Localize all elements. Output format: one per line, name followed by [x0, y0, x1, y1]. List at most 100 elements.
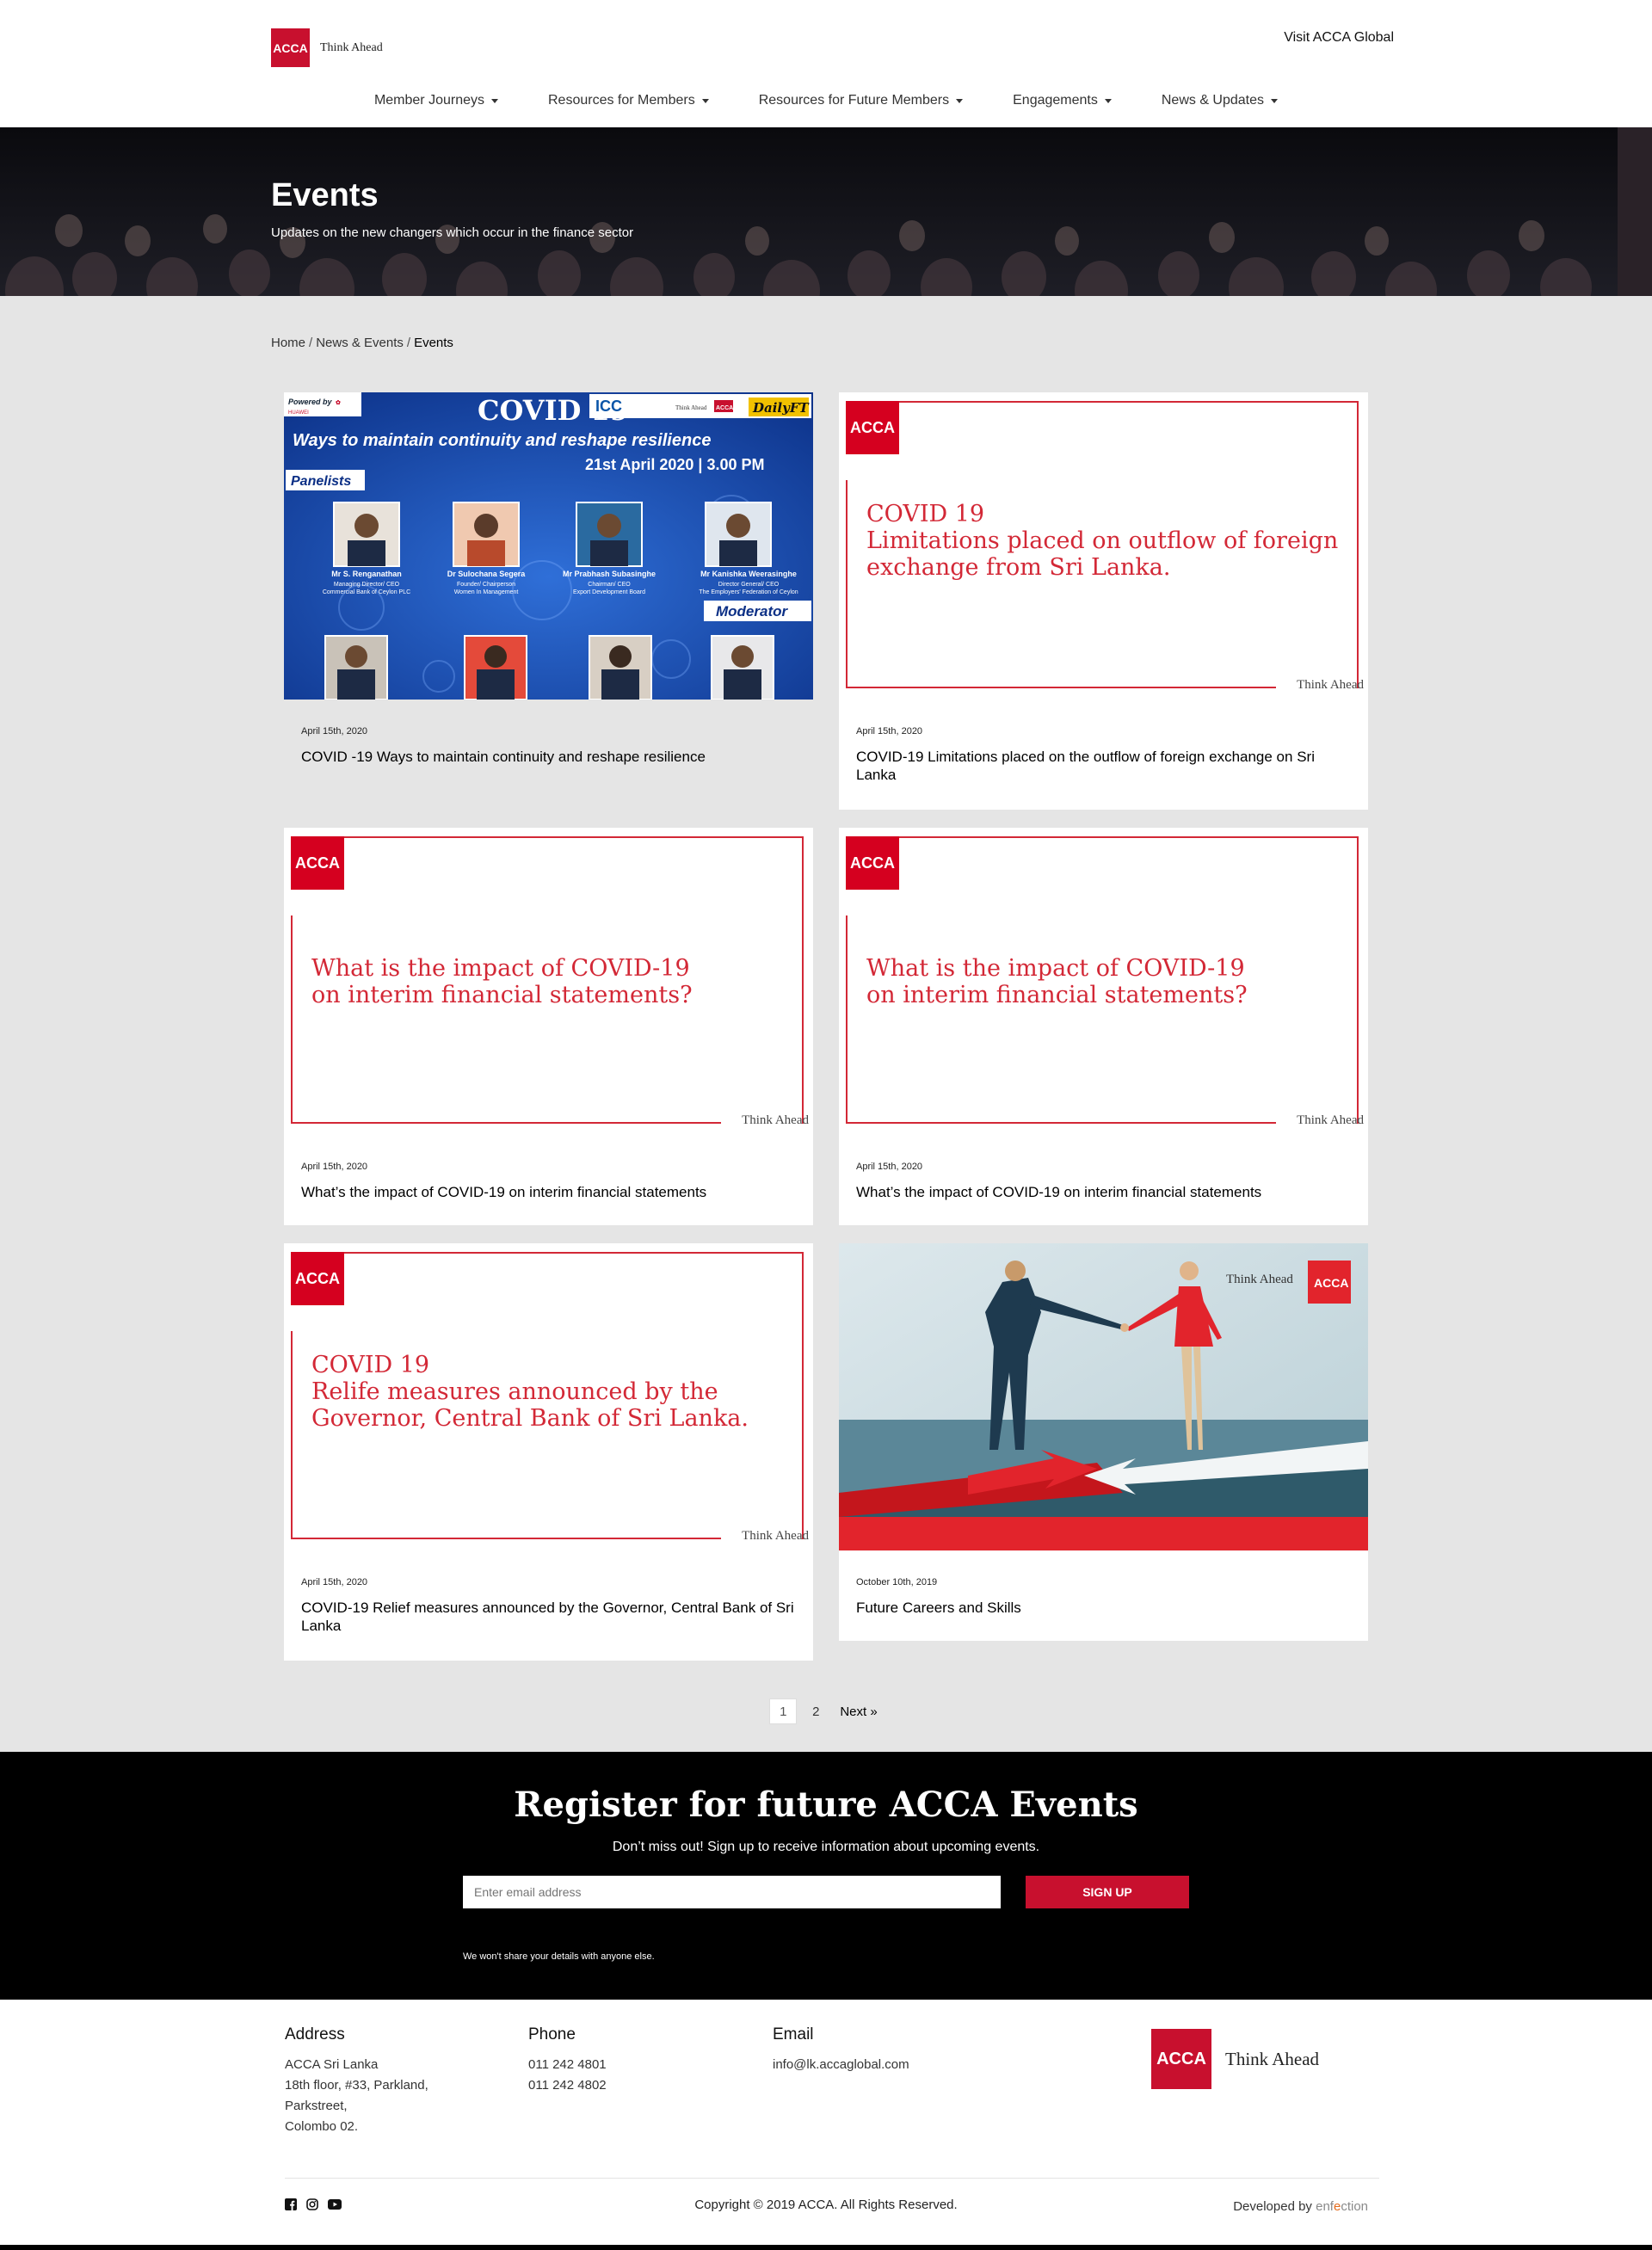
- graphic-tagline: Think Ahead: [742, 1113, 809, 1127]
- event-title[interactable]: COVID-19 Limitations placed on the outfl…: [856, 748, 1351, 784]
- event-date: October 10th, 2019: [856, 1577, 938, 1587]
- graphic-frame-gap: [844, 454, 849, 480]
- visit-acca-global-link[interactable]: Visit ACCA Global: [1284, 30, 1394, 46]
- event-title[interactable]: What’s the impact of COVID-19 on interim…: [856, 1183, 1351, 1201]
- main-nav: Member Journeys Resources for Members Re…: [0, 93, 1652, 108]
- graphic-line: Limitations placed on outflow of foreign: [866, 527, 1339, 554]
- event-card[interactable]: Think Ahead ACCA October 10th, 2019 Futu…: [839, 1243, 1368, 1641]
- event-date: April 15th, 2020: [856, 1162, 923, 1172]
- site-footer: Address ACCA Sri Lanka 18th floor, #33, …: [0, 2000, 1652, 2250]
- privacy-note: We won't share your details with anyone …: [463, 1951, 655, 1962]
- event-card[interactable]: ACCA COVID 19 Limitations placed on outf…: [839, 392, 1368, 810]
- nav-engagements[interactable]: Engagements: [1013, 93, 1112, 108]
- event-title[interactable]: Future Careers and Skills: [856, 1599, 1351, 1617]
- event-title[interactable]: What’s the impact of COVID-19 on interim…: [301, 1183, 796, 1201]
- event-card[interactable]: ACCA COVID 19 Relife measures announced …: [284, 1243, 813, 1661]
- graphic-line: on interim financial statements?: [311, 982, 693, 1008]
- svg-text:Mr Prabhash Subasinghe: Mr Prabhash Subasinghe: [563, 570, 656, 578]
- svg-text:21st April 2020 | 3.00 PM: 21st April 2020 | 3.00 PM: [585, 456, 764, 473]
- graphic-headline: What is the impact of COVID-19 on interi…: [866, 955, 1348, 1008]
- event-date: April 15th, 2020: [301, 726, 368, 737]
- svg-text:HUAWEI: HUAWEI: [288, 410, 309, 416]
- handshake-illustration: Think Ahead ACCA: [839, 1243, 1368, 1550]
- nav-resources-for-future-members[interactable]: Resources for Future Members: [759, 93, 964, 108]
- graphic-frame-bottom: [846, 1122, 1276, 1124]
- breadcrumb-separator: /: [309, 336, 313, 350]
- graphic-frame-gap: [844, 890, 849, 915]
- svg-text:Think Ahead: Think Ahead: [1226, 1273, 1293, 1286]
- page-1-button[interactable]: 1: [769, 1698, 798, 1724]
- acca-logo-mark: ACCA: [846, 401, 899, 454]
- acca-logo[interactable]: ACCA Think Ahead: [271, 28, 383, 67]
- acca-logo-mark: ACCA: [846, 836, 899, 890]
- breadcrumb: Home / News & Events / Events: [271, 336, 453, 350]
- svg-text:Dr Sulochana Segera: Dr Sulochana Segera: [447, 570, 527, 578]
- developer-brand-part: ction: [1341, 2199, 1368, 2214]
- event-card[interactable]: ACCA What is the impact of COVID-19 on i…: [839, 828, 1368, 1225]
- developer-brand: enfection: [1316, 2199, 1368, 2214]
- page-title: Events: [271, 177, 379, 213]
- next-page-button[interactable]: Next »: [835, 1698, 882, 1724]
- graphic-line: Governor, Central Bank of Sri Lanka.: [311, 1405, 749, 1432]
- footer-email: Email info@lk.accaglobal.com: [773, 2025, 909, 2075]
- nav-label: Resources for Members: [548, 93, 695, 108]
- events-listing: Home / News & Events / Events Powered by ✿ H…: [0, 296, 1652, 1752]
- svg-text:Think Ahead: Think Ahead: [675, 404, 707, 411]
- svg-text:Chairman/ CEO: Chairman/ CEO: [588, 582, 631, 588]
- event-card[interactable]: Powered by ✿ HUAWEI COVID 19 ICC Think A…: [284, 392, 813, 765]
- svg-text:Powered by: Powered by: [288, 398, 333, 406]
- acca-logo-mark: ACCA: [271, 28, 310, 67]
- footer-address-line: Colombo 02.: [285, 2119, 359, 2134]
- svg-text:Director General/ CEO: Director General/ CEO: [718, 582, 780, 588]
- graphic-headline: COVID 19 Relife measures announced by th…: [311, 1352, 793, 1432]
- register-subtitle: Don’t miss out! Sign up to receive infor…: [612, 1840, 1040, 1854]
- breadcrumb-home[interactable]: Home: [271, 336, 305, 350]
- event-graphic-image: ACCA What is the impact of COVID-19 on i…: [839, 828, 1368, 1135]
- svg-text:✿: ✿: [336, 399, 341, 406]
- footer-address-line: 18th floor, #33, Parkland,: [285, 2078, 428, 2093]
- nav-member-journeys[interactable]: Member Journeys: [374, 93, 498, 108]
- svg-text:ICC: ICC: [595, 398, 622, 415]
- graphic-line: COVID 19: [866, 501, 985, 527]
- footer-address-line: ACCA Sri Lanka: [285, 2057, 379, 2072]
- page-2-button[interactable]: 2: [802, 1698, 829, 1724]
- register-title: Register for future ACCA Events: [514, 1785, 1138, 1825]
- event-date: April 15th, 2020: [856, 726, 923, 737]
- footer-phone-number[interactable]: 011 242 4801: [528, 2055, 607, 2075]
- nav-label: News & Updates: [1161, 93, 1265, 108]
- sign-up-button[interactable]: SIGN UP: [1026, 1876, 1189, 1908]
- nav-resources-for-members[interactable]: Resources for Members: [548, 93, 709, 108]
- caret-down-icon: [701, 98, 709, 103]
- svg-text:The Employers' Federation of C: The Employers' Federation of Ceylon: [699, 589, 798, 595]
- acca-logo-mark: ACCA: [1151, 2029, 1211, 2089]
- event-title[interactable]: COVID -19 Ways to maintain continuity an…: [301, 748, 796, 766]
- svg-text:Mr Kanishka Weerasinghe: Mr Kanishka Weerasinghe: [700, 570, 797, 578]
- graphic-headline: What is the impact of COVID-19 on interi…: [311, 955, 793, 1008]
- svg-text:ACCA: ACCA: [716, 405, 733, 411]
- covid-webinar-poster: Powered by ✿ HUAWEI COVID 19 ICC Think A…: [284, 392, 813, 700]
- developed-by-label: Developed by: [1233, 2199, 1312, 2214]
- graphic-line: Relife measures announced by the: [311, 1378, 718, 1405]
- nav-label: Member Journeys: [373, 93, 484, 108]
- email-input[interactable]: [463, 1876, 1001, 1908]
- event-card[interactable]: ACCA What is the impact of COVID-19 on i…: [284, 828, 813, 1225]
- breadcrumb-separator: /: [406, 336, 411, 350]
- footer-phone-number[interactable]: 011 242 4802: [528, 2075, 607, 2096]
- breadcrumb-news-events[interactable]: News & Events: [316, 336, 404, 350]
- breadcrumb-current: Events: [414, 336, 453, 350]
- event-date: April 15th, 2020: [301, 1577, 368, 1587]
- event-poster-image: Powered by ✿ HUAWEI COVID 19 ICC Think A…: [284, 392, 813, 700]
- graphic-line: exchange from Sri Lanka.: [866, 554, 1171, 581]
- pagination: 1 2 Next »: [0, 1698, 1652, 1724]
- event-title[interactable]: COVID-19 Relief measures announced by th…: [301, 1599, 796, 1635]
- svg-text:Managing Director/ CEO: Managing Director/ CEO: [334, 582, 400, 588]
- svg-text:Moderator: Moderator: [716, 603, 789, 620]
- footer-phone-heading: Phone: [528, 2025, 576, 2043]
- developer-credit[interactable]: Developed by enfection: [1233, 2199, 1368, 2214]
- footer-address-heading: Address: [285, 2025, 345, 2043]
- developer-brand-part: enf: [1316, 2199, 1334, 2214]
- nav-news-updates[interactable]: News & Updates: [1161, 93, 1279, 108]
- footer-email-link[interactable]: info@lk.accaglobal.com: [773, 2055, 909, 2075]
- graphic-frame-bottom: [291, 1122, 721, 1124]
- footer-acca-logo[interactable]: ACCA Think Ahead: [1151, 2029, 1319, 2089]
